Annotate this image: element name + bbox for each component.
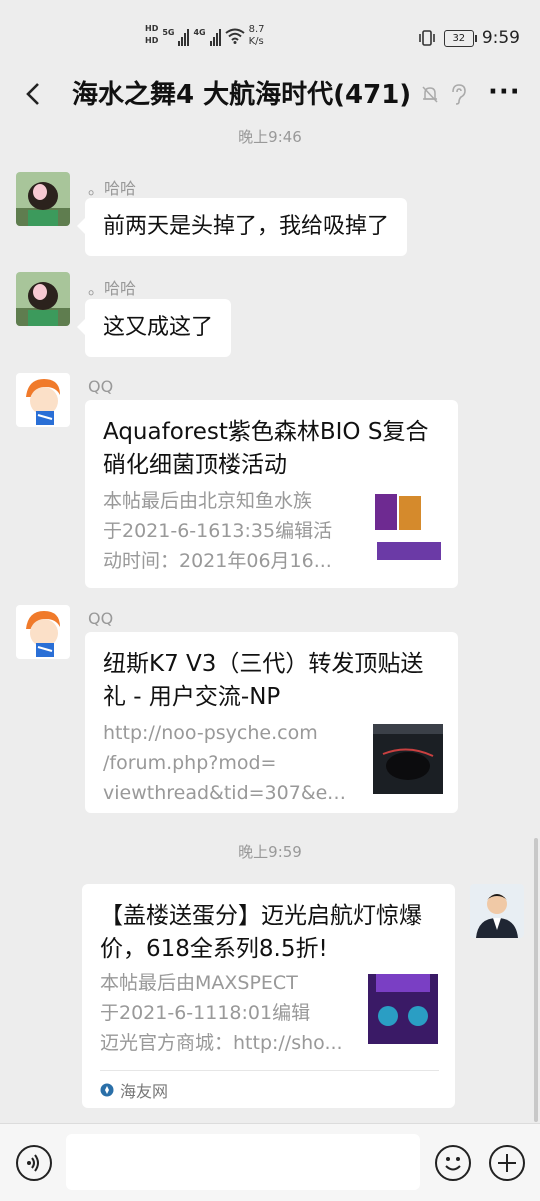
card-desc-line: /forum.php?mod=: [103, 752, 277, 774]
card-desc-line: 于2021-6-1118:01编辑: [100, 1002, 311, 1024]
vibrate-icon: [419, 30, 435, 46]
card-title: 纽斯K7 V3（三代）转发顶贴送礼 - 用户交流-NP: [103, 651, 424, 710]
status-bar: HD HD 5G 4G 8.7 K/s 32 9:59: [0, 0, 540, 60]
scrollbar-thumb[interactable]: [534, 838, 538, 1122]
avatar-qq[interactable]: [16, 605, 70, 659]
avatar-hahaha[interactable]: [16, 272, 70, 326]
hd-indicators: HD HD: [145, 24, 158, 46]
message-bubble[interactable]: 这又成这了: [76, 299, 232, 357]
hd-badge-1: HD: [145, 24, 159, 33]
link-card[interactable]: Aquaforest紫色森林BIO S复合硝化细菌顶楼活动 本帖最后由北京知鱼水…: [85, 400, 458, 588]
battery-icon: 32: [443, 29, 477, 47]
card-thumbnail: [373, 724, 443, 794]
status-left: HD HD 5G 4G 8.7 K/s: [145, 24, 265, 54]
card-desc-line: 动时间：2021年06月16...: [103, 550, 332, 572]
sender-name: 。哈哈: [88, 279, 137, 298]
link-card[interactable]: 纽斯K7 V3（三代）转发顶贴送礼 - 用户交流-NP http://noo-p…: [85, 632, 458, 813]
emoji-icon: [445, 1157, 461, 1171]
link-card-self[interactable]: 【盖楼送蛋分】迈光启航灯惊爆价，618全系列8.5折! 本帖最后由MAXSPEC…: [82, 884, 455, 1108]
card-source: 海友网: [100, 1078, 168, 1102]
back-button[interactable]: [18, 78, 50, 110]
clock: 9:59: [481, 28, 520, 48]
ear-icon: [452, 84, 466, 105]
card-title: 【盖楼送蛋分】迈光启航灯惊爆价，618全系列8.5折!: [100, 903, 422, 962]
card-desc-line: http://noo-psyche.com: [103, 722, 318, 744]
chat-header: 海水之舞4 大航海时代(471) ···: [0, 60, 540, 128]
card-description: http://noo-psyche.com /forum.php?mod= vi…: [103, 718, 353, 808]
time-divider-1: 晚上9:46: [238, 128, 302, 146]
card-desc-line: 本帖最后由北京知鱼水族: [103, 490, 313, 512]
emoji-button[interactable]: [435, 1145, 471, 1181]
network-gen-2: 4G: [193, 28, 206, 37]
card-description: 本帖最后由MAXSPECT 于2021-6-1118:01编辑 迈光官方商城：h…: [100, 968, 350, 1058]
card-title: Aquaforest紫色森林BIO S复合硝化细菌顶楼活动: [103, 419, 429, 478]
network-speed: 8.7 K/s: [249, 24, 265, 48]
plus-circle-icon: [498, 1154, 516, 1172]
card-thumbnail: [368, 974, 438, 1044]
more-options-button[interactable]: ···: [488, 79, 521, 105]
bell-off-icon: [422, 86, 438, 103]
speed-unit: K/s: [248, 36, 264, 47]
card-divider: [100, 1070, 439, 1071]
sender-name: 。哈哈: [88, 179, 137, 198]
card-desc-line: 迈光官方商城：http://sho...: [100, 1032, 343, 1054]
hd-badge-2: HD: [145, 36, 159, 45]
voice-button[interactable]: [16, 1145, 52, 1181]
voice-icon: [27, 1154, 39, 1172]
message-bubble[interactable]: 前两天是头掉了，我给吸掉了: [76, 198, 408, 256]
signal-icon: [178, 28, 190, 46]
card-desc-line: viewthread&tid=307&extr...: [103, 782, 353, 804]
avatar-hahaha[interactable]: [16, 172, 70, 226]
avatar-qq[interactable]: [16, 373, 70, 427]
avatar-self[interactable]: [470, 884, 524, 938]
more-actions-button[interactable]: [489, 1145, 525, 1181]
speed-value: 8.7: [248, 24, 265, 35]
sender-name: QQ: [88, 377, 114, 396]
sender-name: QQ: [88, 609, 114, 628]
card-desc-line: 本帖最后由MAXSPECT: [100, 972, 298, 994]
network-gen-1: 5G: [162, 28, 175, 37]
input-bar: [0, 1123, 540, 1201]
signal-icon-2: [209, 28, 221, 46]
compass-icon: [100, 1083, 114, 1097]
status-right: 32 9:59: [418, 28, 520, 48]
card-description: 本帖最后由北京知鱼水族 于2021-6-1613:35编辑活 动时间：2021年…: [103, 486, 353, 576]
card-thumbnail: [373, 492, 443, 562]
message-input[interactable]: [66, 1134, 420, 1190]
time-divider-2: 晚上9:59: [238, 843, 302, 861]
card-source-name: 海友网: [120, 1082, 169, 1101]
card-desc-line: 于2021-6-1613:35编辑活: [103, 520, 333, 542]
wifi-icon: [225, 28, 245, 44]
chat-title: 海水之舞4 大航海时代(471): [72, 80, 412, 110]
